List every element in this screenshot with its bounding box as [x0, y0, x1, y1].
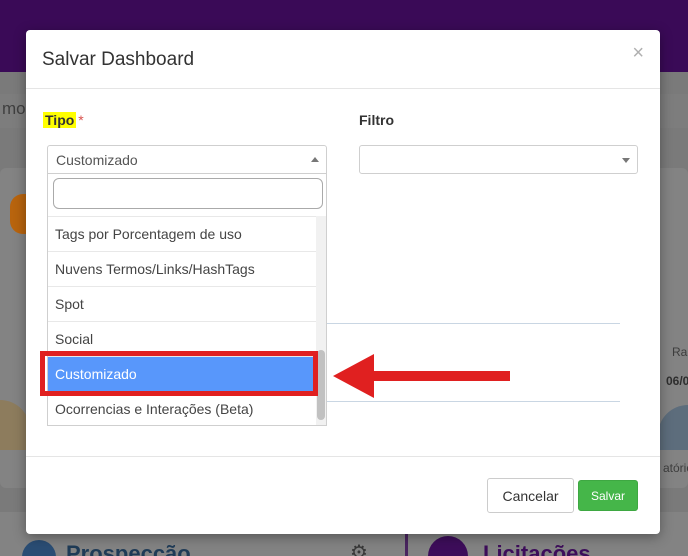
dropdown-scrollbar-thumb[interactable] [317, 350, 325, 420]
tipo-label-text: Tipo [43, 112, 77, 128]
annotation-highlight-box [40, 351, 318, 396]
licitacoes-title: Licitações [483, 541, 591, 556]
tipo-select-value: Customizado [56, 152, 138, 168]
cancel-button[interactable]: Cancelar [487, 478, 574, 513]
chevron-down-icon [622, 158, 630, 163]
dropdown-option[interactable]: Tags por Porcentagem de uso [48, 216, 318, 251]
dropdown-option[interactable]: Ocorrencias e Interações (Beta) [48, 391, 318, 425]
tipo-label: Tipo * [43, 112, 84, 128]
filtro-select[interactable] [359, 145, 638, 174]
modal-title: Salvar Dashboard [42, 49, 195, 70]
app-column-header: Ra [672, 345, 688, 359]
gear-icon: ⚙ [350, 542, 368, 556]
app-fragment-text: mo [2, 99, 26, 118]
dropdown-search-input[interactable] [53, 178, 323, 209]
close-icon[interactable]: × [632, 42, 644, 65]
background-rule [327, 323, 620, 324]
tipo-select[interactable]: Customizado [47, 145, 327, 174]
chevron-up-icon [311, 157, 319, 162]
save-dashboard-modal: Salvar Dashboard × Tipo * Filtro Customiz… [26, 30, 660, 534]
dropdown-option[interactable]: Spot [48, 286, 318, 321]
prospeccao-title: Prospecção [66, 541, 191, 556]
app-date-cell: 06/0 [666, 374, 688, 388]
modal-header: Salvar Dashboard × [26, 30, 660, 89]
modal-footer: Cancelar Salvar [26, 456, 660, 534]
app-report-link: atório [663, 461, 688, 475]
required-mark: * [78, 112, 84, 128]
dropdown-option[interactable]: Nuvens Termos/Links/HashTags [48, 251, 318, 286]
background-rule [327, 401, 620, 402]
save-button[interactable]: Salvar [578, 480, 638, 511]
filtro-label: Filtro [359, 112, 394, 128]
annotation-arrow-icon [333, 354, 510, 398]
